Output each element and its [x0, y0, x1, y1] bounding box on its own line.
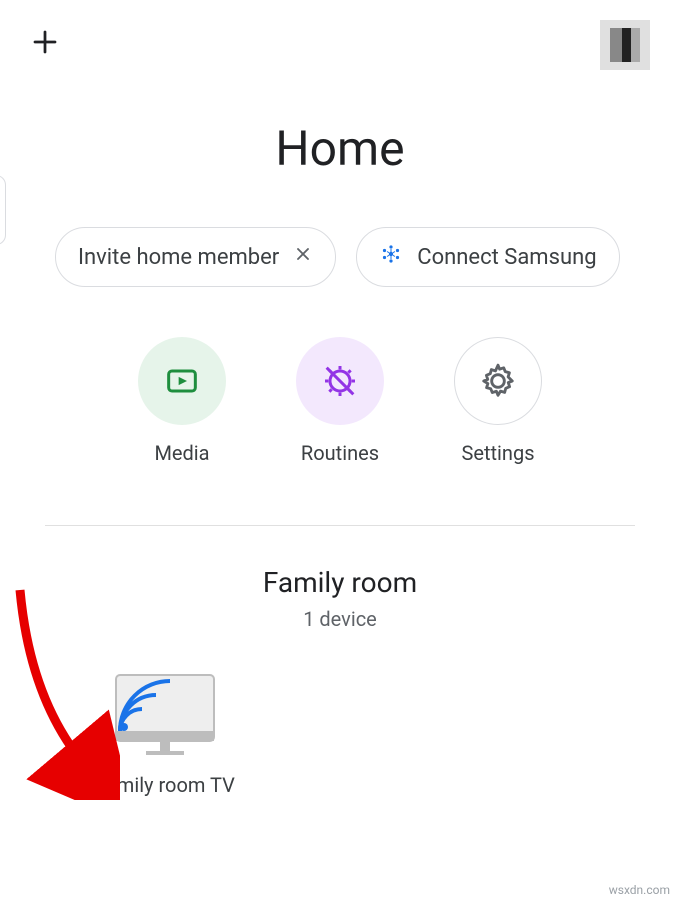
- divider: [45, 525, 635, 526]
- shortcut-label: Settings: [461, 441, 534, 465]
- network-icon: [379, 242, 403, 272]
- device-family-room-tv[interactable]: Family room TV: [65, 671, 265, 797]
- shortcuts-row: Media Routines Settings: [0, 337, 680, 465]
- edge-tab: [0, 175, 6, 245]
- chip-label: Connect Samsung: [417, 245, 596, 270]
- cast-tv-icon: [110, 671, 220, 761]
- close-icon[interactable]: [293, 244, 313, 270]
- add-button[interactable]: [30, 24, 60, 66]
- device-label: Family room TV: [95, 773, 235, 797]
- room-device-count: 1 device: [0, 607, 680, 631]
- account-avatar[interactable]: [600, 20, 650, 70]
- page-title: Home: [0, 120, 680, 177]
- shortcut-label: Media: [154, 441, 209, 465]
- room-title: Family room: [0, 566, 680, 599]
- connect-samsung-chip[interactable]: Connect Samsung: [356, 227, 619, 287]
- chip-label: Invite home member: [78, 245, 279, 270]
- top-bar: [0, 0, 680, 80]
- shortcut-label: Routines: [301, 441, 379, 465]
- media-icon: [138, 337, 226, 425]
- suggestion-chips: Invite home member Connect Samsung: [0, 227, 680, 287]
- routines-icon: [296, 337, 384, 425]
- plus-icon: [30, 27, 60, 57]
- routines-shortcut[interactable]: Routines: [296, 337, 384, 465]
- settings-shortcut[interactable]: Settings: [454, 337, 542, 465]
- media-shortcut[interactable]: Media: [138, 337, 226, 465]
- gear-icon: [454, 337, 542, 425]
- watermark: wsxdn.com: [609, 883, 670, 897]
- invite-home-member-chip[interactable]: Invite home member: [55, 227, 336, 287]
